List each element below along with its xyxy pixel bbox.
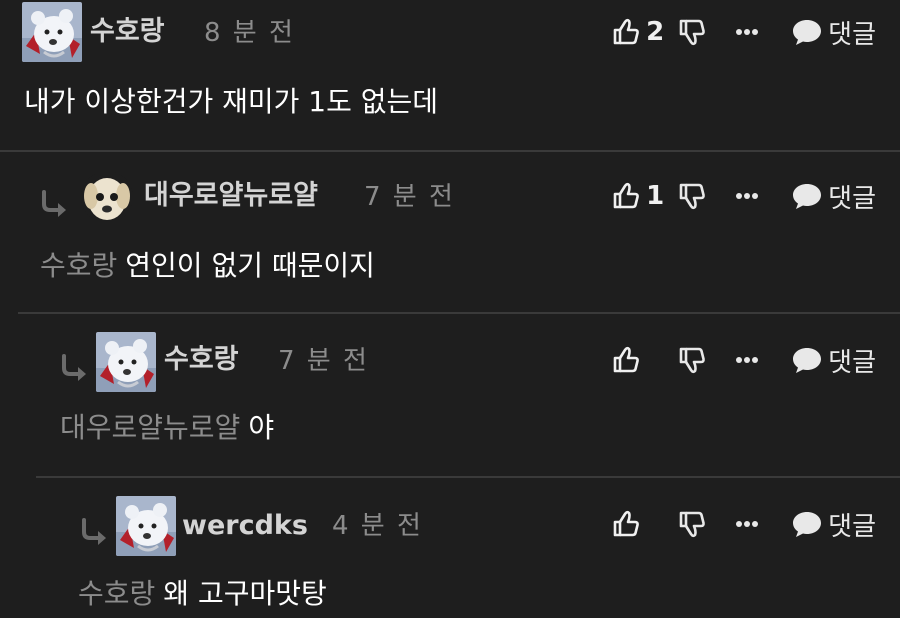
mention-link[interactable]: 수호랑 <box>40 249 117 282</box>
dislike-button[interactable] <box>678 18 736 46</box>
like-count: 1 <box>646 181 665 211</box>
reply-label: 댓글 <box>828 511 876 542</box>
reply-button[interactable]: 댓글 <box>792 506 876 543</box>
comment-header: 대우로얄뉴로얄 7 분 전 1 댓글 <box>0 166 900 226</box>
comment-body: 수호랑 연인이 없기 때문이지 <box>40 246 375 286</box>
comment-item: wercdks 4 분 전 댓글 수호랑 왜 고구마맛탕 <box>36 476 900 618</box>
comment-time: 4 분 전 <box>332 511 423 541</box>
polar-bear-avatar-icon <box>96 332 156 392</box>
thumbs-down-icon <box>679 347 706 374</box>
chat-bubble-icon <box>793 512 822 537</box>
ellipsis-icon <box>736 29 759 35</box>
thumbs-up-icon <box>613 182 640 209</box>
more-options-button[interactable] <box>736 520 792 528</box>
dislike-button[interactable] <box>678 510 736 538</box>
comment-thread: 수호랑 8 분 전 2 댓글 내가 이상한건가 재미가 1도 없는데 대우로얄뉴… <box>0 0 900 618</box>
thumbs-down-icon <box>679 183 706 210</box>
comment-time: 8 분 전 <box>204 18 295 48</box>
comment-author[interactable]: 대우로얄뉴로얄 <box>144 178 318 214</box>
ellipsis-icon <box>736 357 759 363</box>
puppy-avatar-icon <box>81 171 133 223</box>
comment-text: 연인이 없기 때문이지 <box>125 249 375 282</box>
comment-actions: 댓글 <box>612 504 876 544</box>
polar-bear-avatar-icon <box>116 496 176 556</box>
ellipsis-icon <box>736 193 759 199</box>
user-avatar[interactable] <box>116 496 176 556</box>
user-avatar[interactable] <box>96 332 156 392</box>
comment-text: 내가 이상한건가 재미가 1도 없는데 <box>24 85 439 118</box>
like-button[interactable]: 1 <box>612 181 678 211</box>
thumbs-up-icon <box>613 346 640 373</box>
reply-arrow-icon <box>62 354 88 383</box>
reply-button[interactable]: 댓글 <box>792 178 876 215</box>
comment-time: 7 분 전 <box>278 346 369 376</box>
comment-header: 수호랑 8 분 전 2 댓글 <box>0 2 900 62</box>
like-count: 2 <box>646 17 665 47</box>
dislike-button[interactable] <box>678 346 736 374</box>
comment-text: 야 <box>248 411 275 444</box>
reply-arrow-icon <box>42 190 68 219</box>
like-button[interactable] <box>612 510 678 538</box>
comment-item: 대우로얄뉴로얄 7 분 전 1 댓글 수호랑 연인이 없기 때문이지 <box>0 150 900 314</box>
comment-item: 수호랑 7 분 전 댓글 대우로얄뉴로얄 야 <box>18 312 900 478</box>
mention-link[interactable]: 대우로얄뉴로얄 <box>60 411 240 444</box>
comment-author[interactable]: 수호랑 <box>164 342 239 378</box>
dislike-button[interactable] <box>678 182 736 210</box>
comment-header: wercdks 4 분 전 댓글 <box>36 494 900 556</box>
comment-time: 7 분 전 <box>364 182 455 212</box>
more-options-button[interactable] <box>736 192 792 200</box>
comment-actions: 1 댓글 <box>612 176 876 216</box>
reply-label: 댓글 <box>828 183 876 214</box>
polar-bear-avatar-icon <box>22 2 82 62</box>
reply-button[interactable]: 댓글 <box>792 342 876 379</box>
reply-label: 댓글 <box>828 347 876 378</box>
user-avatar[interactable] <box>80 170 134 224</box>
thumbs-up-icon <box>613 18 640 45</box>
like-button[interactable] <box>612 346 678 374</box>
comment-actions: 댓글 <box>612 340 876 380</box>
comment-body: 내가 이상한건가 재미가 1도 없는데 <box>24 82 438 122</box>
chat-bubble-icon <box>793 348 822 373</box>
reply-arrow-icon <box>82 518 108 547</box>
chat-bubble-icon <box>793 20 822 45</box>
thumbs-up-icon <box>613 510 640 537</box>
user-avatar[interactable] <box>22 2 82 62</box>
comment-body: 대우로얄뉴로얄 야 <box>60 408 274 448</box>
reply-button[interactable]: 댓글 <box>792 14 876 51</box>
comment-header: 수호랑 7 분 전 댓글 <box>18 330 900 392</box>
comment-item: 수호랑 8 분 전 2 댓글 내가 이상한건가 재미가 1도 없는데 <box>0 0 900 150</box>
comment-author[interactable]: wercdks <box>182 508 308 544</box>
thumbs-down-icon <box>679 19 706 46</box>
comment-actions: 2 댓글 <box>612 12 876 52</box>
chat-bubble-icon <box>793 184 822 209</box>
reply-label: 댓글 <box>828 19 876 50</box>
mention-link[interactable]: 수호랑 <box>78 577 155 610</box>
like-button[interactable]: 2 <box>612 17 678 47</box>
ellipsis-icon <box>736 521 759 527</box>
comment-body: 수호랑 왜 고구마맛탕 <box>78 574 327 614</box>
more-options-button[interactable] <box>736 356 792 364</box>
thumbs-down-icon <box>679 511 706 538</box>
comment-text: 왜 고구마맛탕 <box>163 577 327 610</box>
more-options-button[interactable] <box>736 28 792 36</box>
comment-author[interactable]: 수호랑 <box>90 14 165 50</box>
